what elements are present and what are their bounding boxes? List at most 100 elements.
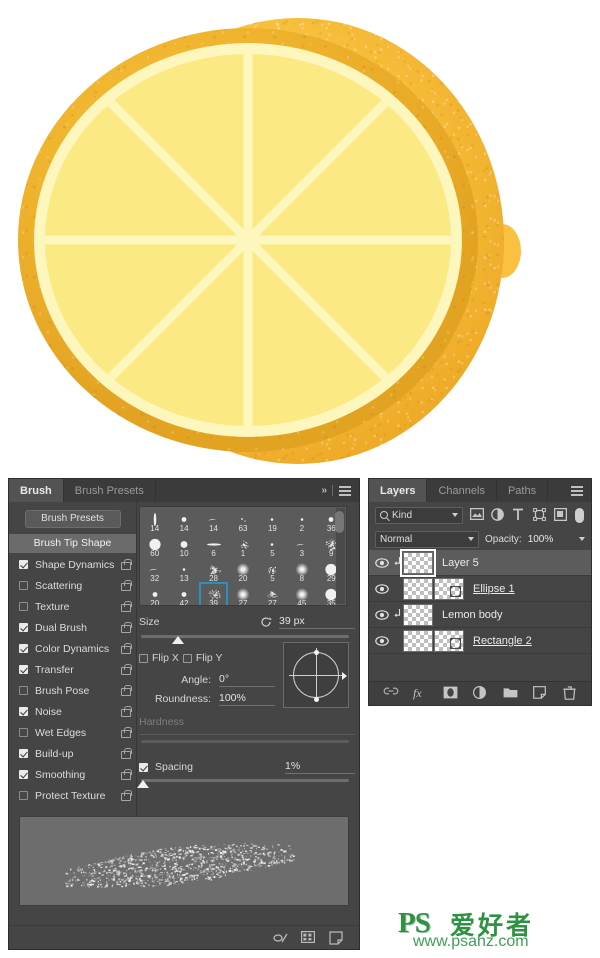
brush-tip-cell[interactable]: 45 [287, 582, 316, 606]
tab-brush-presets[interactable]: Brush Presets [64, 479, 156, 502]
checkbox[interactable] [19, 581, 28, 590]
brush-tip-cell[interactable]: 14 [169, 507, 198, 532]
layer-row[interactable]: Ellipse 1 [369, 576, 591, 602]
brush-tip-cell[interactable]: 13 [169, 557, 198, 582]
new-layer-icon[interactable] [533, 686, 548, 701]
filter-toggle-icon[interactable] [575, 508, 584, 523]
eye-icon[interactable] [373, 584, 391, 594]
tab-brush[interactable]: Brush [9, 479, 64, 502]
smart-object-filter-icon[interactable] [554, 508, 568, 522]
flip-x-checkbox[interactable] [139, 654, 148, 663]
lock-icon[interactable] [120, 790, 130, 801]
lock-icon[interactable] [120, 769, 130, 780]
brush-option-transfer[interactable]: Transfer [9, 659, 136, 680]
spacing-slider-knob[interactable] [137, 780, 149, 788]
lock-icon[interactable] [120, 601, 130, 612]
tab-paths[interactable]: Paths [497, 479, 548, 502]
lock-icon[interactable] [120, 706, 130, 717]
checkbox[interactable] [19, 560, 28, 569]
checkbox[interactable] [19, 791, 28, 800]
layer-name[interactable]: Layer 5 [442, 557, 479, 569]
adjustment-layer-icon[interactable] [473, 686, 488, 701]
brush-tip-cell[interactable]: 60 [140, 532, 169, 557]
brush-option-color-dynamics[interactable]: Color Dynamics [9, 638, 136, 659]
angle-handle-arrow[interactable] [342, 672, 347, 680]
scrollbar-thumb[interactable] [335, 511, 344, 533]
adjustment-filter-icon[interactable] [491, 508, 505, 522]
layer-name[interactable]: Rectangle 2 [473, 635, 532, 647]
vector-mask-thumbnail[interactable] [434, 630, 464, 652]
panel-menu-icon[interactable] [571, 486, 583, 496]
brush-option-smoothing[interactable]: Smoothing [9, 764, 136, 785]
checkbox[interactable] [19, 770, 28, 779]
brush-tip-cell[interactable]: 32 [140, 557, 169, 582]
brush-tip-cell[interactable]: 20 [140, 582, 169, 606]
brush-tip-cell[interactable]: 20 [228, 557, 257, 582]
checkbox[interactable] [19, 707, 28, 716]
lock-icon[interactable] [120, 664, 130, 675]
brush-tip-cell[interactable]: 63 [228, 507, 257, 532]
brush-tip-cell[interactable]: 14 [199, 507, 228, 532]
layer-row[interactable]: Layer 5 [369, 550, 591, 576]
brush-option-noise[interactable]: Noise [9, 701, 136, 722]
brush-grid-scrollbar[interactable] [336, 508, 345, 604]
angle-roundness-widget[interactable] [283, 642, 349, 708]
brush-presets-button[interactable]: Brush Presets [25, 510, 121, 528]
roundness-handle-bottom[interactable] [314, 697, 319, 702]
lock-icon[interactable] [120, 685, 130, 696]
type-filter-icon[interactable] [512, 508, 526, 522]
brush-tip-cell[interactable]: 10 [169, 532, 198, 557]
brush-tip-cell[interactable]: 3 [287, 532, 316, 557]
brush-option-brush-pose[interactable]: Brush Pose [9, 680, 136, 701]
eye-icon[interactable] [373, 610, 391, 620]
brush-tip-cell[interactable]: 42 [169, 582, 198, 606]
opacity-chevron-down-icon[interactable] [579, 537, 585, 541]
size-value[interactable]: 39 px [279, 615, 355, 629]
checkbox[interactable] [19, 749, 28, 758]
size-slider-knob[interactable] [172, 636, 184, 644]
brush-tip-cell[interactable]: 2 [287, 507, 316, 532]
brush-tip-cell[interactable]: 14 [140, 507, 169, 532]
brush-tip-cell[interactable]: 8 [287, 557, 316, 582]
lock-icon[interactable] [120, 748, 130, 759]
brush-option-texture[interactable]: Texture [9, 596, 136, 617]
panel-menu-icon[interactable] [339, 486, 351, 496]
tab-channels[interactable]: Channels [427, 479, 496, 502]
brush-tip-grid[interactable]: 14 14 14 63 19 2 36 60 10 6 1 5 3 9 32 13 28 20 5 8 29 20 42 39… [139, 506, 347, 606]
roundness-value[interactable]: 100% [219, 692, 275, 706]
link-layers-icon[interactable] [383, 686, 398, 701]
angle-value[interactable]: 0° [219, 673, 275, 687]
brush-tip-cell[interactable]: 5 [258, 532, 287, 557]
eye-icon[interactable] [373, 636, 391, 646]
checkbox[interactable] [19, 602, 28, 611]
brush-toggle-icon[interactable] [273, 931, 287, 945]
brush-tip-cell[interactable]: 19 [258, 507, 287, 532]
lock-icon[interactable] [120, 559, 130, 570]
chevrons-right-icon[interactable]: » [321, 485, 326, 496]
brush-option-protect-texture[interactable]: Protect Texture [9, 785, 136, 806]
layer-row[interactable]: Rectangle 2 [369, 628, 591, 654]
brush-option-build-up[interactable]: Build-up [9, 743, 136, 764]
checkbox[interactable] [19, 728, 28, 737]
checkbox[interactable] [19, 644, 28, 653]
pixel-filter-icon[interactable] [470, 508, 484, 522]
brush-option-dual-brush[interactable]: Dual Brush [9, 617, 136, 638]
layer-row[interactable]: Lemon body [369, 602, 591, 628]
brush-tip-shape-row[interactable]: Brush Tip Shape [9, 534, 136, 553]
layer-thumbnail[interactable] [403, 630, 433, 652]
checkbox[interactable] [19, 665, 28, 674]
spacing-checkbox[interactable] [139, 763, 148, 772]
brush-tip-cell[interactable]: 6 [199, 532, 228, 557]
brush-tip-cell-selected[interactable]: 39 [199, 582, 228, 606]
layer-name[interactable]: Lemon body [442, 609, 503, 621]
kind-filter-select[interactable]: Kind [375, 507, 463, 524]
eye-icon[interactable] [373, 558, 391, 568]
opacity-value[interactable]: 100% [528, 534, 554, 545]
add-mask-icon[interactable] [443, 686, 458, 701]
brush-option-wet-edges[interactable]: Wet Edges [9, 722, 136, 743]
brush-tip-cell[interactable]: 27 [258, 582, 287, 606]
checkbox[interactable] [19, 686, 28, 695]
spacing-value[interactable]: 1% [285, 760, 355, 774]
brush-tip-cell[interactable]: 5 [258, 557, 287, 582]
new-group-icon[interactable] [503, 686, 518, 701]
